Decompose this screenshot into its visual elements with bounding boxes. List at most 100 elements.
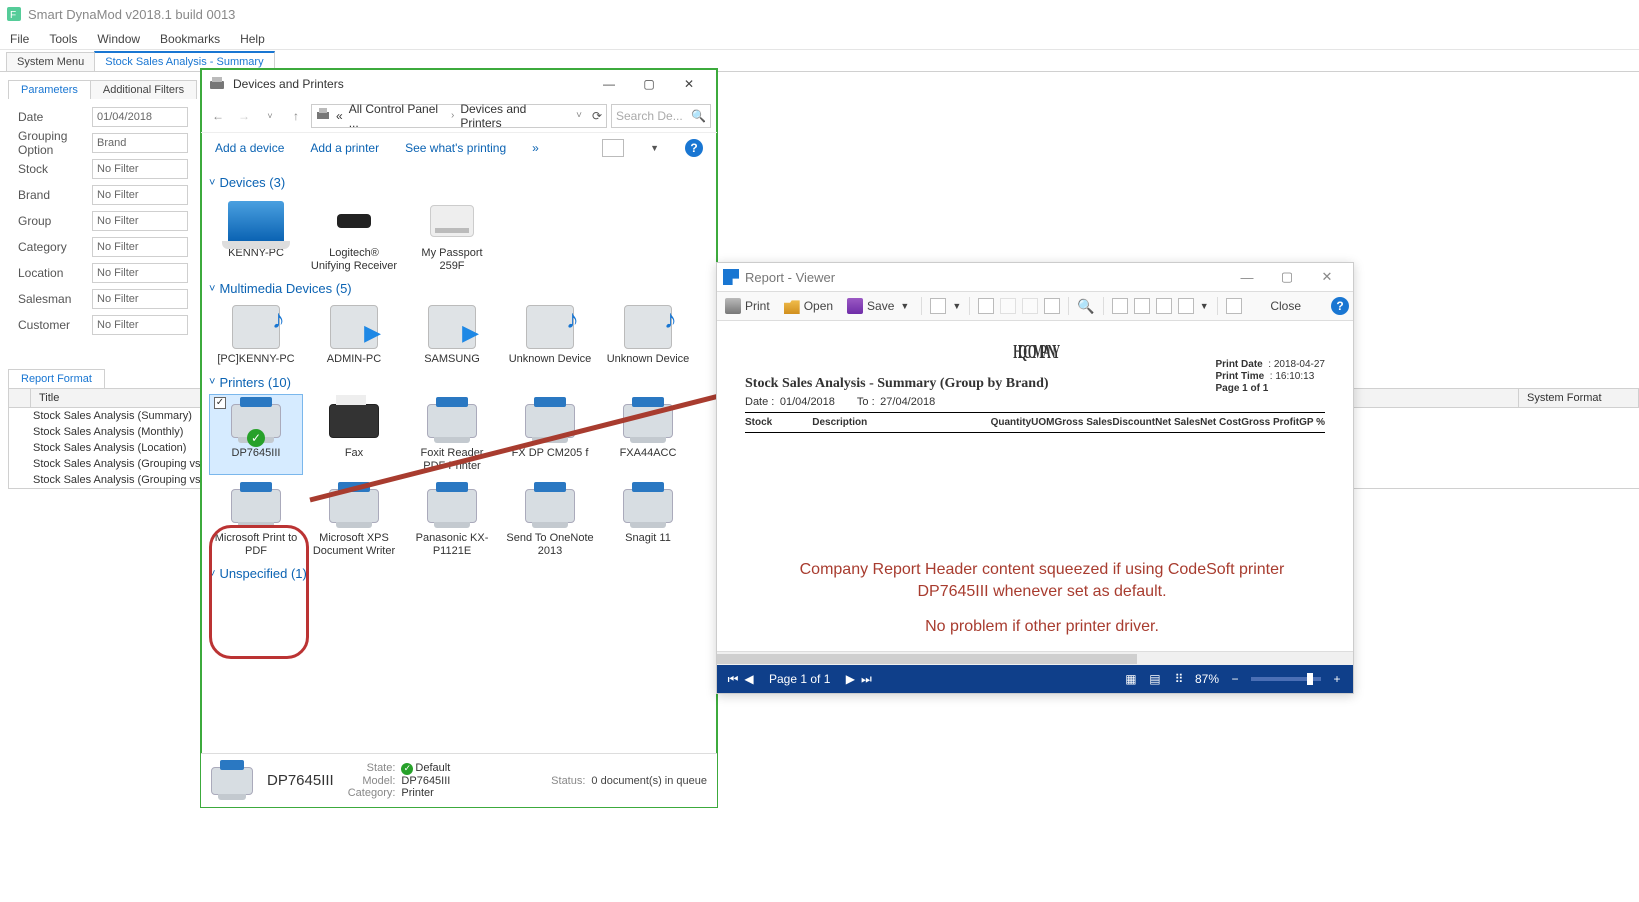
menu-file[interactable]: File bbox=[10, 32, 29, 46]
input-customer[interactable] bbox=[92, 315, 188, 335]
printer-item[interactable]: Snagit 11 bbox=[601, 479, 695, 560]
printer-item[interactable]: Send To OneNote 2013 bbox=[503, 479, 597, 560]
input-grouping[interactable] bbox=[92, 133, 188, 153]
horizontal-scrollbar[interactable] bbox=[717, 651, 1353, 665]
cmd-add-printer[interactable]: Add a printer bbox=[310, 141, 379, 155]
close-button[interactable]: ✕ bbox=[669, 69, 709, 99]
layout-icon[interactable] bbox=[1134, 298, 1150, 314]
input-date[interactable] bbox=[92, 107, 188, 127]
input-location[interactable] bbox=[92, 263, 188, 283]
view-mode-icon[interactable]: ▤ bbox=[1147, 672, 1163, 686]
chevron-down-icon[interactable]: ˅ bbox=[576, 110, 582, 121]
save-button[interactable]: Save▼ bbox=[843, 296, 913, 316]
tab-report-format[interactable]: Report Format bbox=[8, 369, 105, 388]
printer-item[interactable]: FXA44ACC bbox=[601, 394, 695, 475]
toolbar-icon[interactable] bbox=[930, 298, 946, 314]
media-item[interactable]: ▶SAMSUNG bbox=[405, 300, 499, 369]
printer-item-default[interactable]: ✓ ✓ DP7645III bbox=[209, 394, 303, 475]
device-item[interactable]: My Passport 259F bbox=[405, 194, 499, 275]
media-item[interactable]: ▶ADMIN-PC bbox=[307, 300, 401, 369]
cmd-add-device[interactable]: Add a device bbox=[215, 141, 284, 155]
layout-icon[interactable] bbox=[1112, 298, 1128, 314]
printer-item[interactable]: Foxit Reader PDF Printer bbox=[405, 394, 499, 475]
menu-help[interactable]: Help bbox=[240, 32, 265, 46]
zoom-out-button[interactable]: − bbox=[1227, 672, 1243, 686]
last-page-button[interactable]: ⏭ bbox=[858, 672, 874, 687]
dp-titlebar[interactable]: Devices and Printers — ▢ ✕ bbox=[201, 69, 717, 99]
printer-item[interactable]: Microsoft Print to PDF bbox=[209, 479, 303, 560]
input-salesman[interactable] bbox=[92, 289, 188, 309]
input-category[interactable] bbox=[92, 237, 188, 257]
maximize-button[interactable]: ▢ bbox=[1267, 263, 1307, 291]
layout-icon[interactable] bbox=[1156, 298, 1172, 314]
input-brand[interactable] bbox=[92, 185, 188, 205]
zoom-slider[interactable] bbox=[1251, 677, 1321, 681]
toolbar-icon[interactable] bbox=[978, 298, 994, 314]
save-icon bbox=[847, 298, 863, 314]
section-devices[interactable]: Devices (3) bbox=[209, 175, 709, 190]
label-stock: Stock bbox=[18, 162, 92, 176]
rv-titlebar[interactable]: Report - Viewer — ▢ ✕ bbox=[717, 263, 1353, 291]
printer-item[interactable]: Panasonic KX-P1121E bbox=[405, 479, 499, 560]
printer-item[interactable]: FX DP CM205 f bbox=[503, 394, 597, 475]
view-mode-icon[interactable]: ▦ bbox=[1123, 672, 1139, 686]
tab-additional-filters[interactable]: Additional Filters bbox=[90, 80, 197, 99]
printer-item[interactable]: Microsoft XPS Document Writer bbox=[307, 479, 401, 560]
media-item[interactable]: ♪[PC]KENNY-PC bbox=[209, 300, 303, 369]
device-item[interactable]: KENNY-PC bbox=[209, 194, 303, 275]
help-icon[interactable]: ? bbox=[685, 139, 703, 157]
cmd-see-printing[interactable]: See what's printing bbox=[405, 141, 506, 155]
back-button[interactable]: ← bbox=[207, 105, 229, 127]
device-item[interactable]: Logitech® Unifying Receiver bbox=[307, 194, 401, 275]
forward-button[interactable]: → bbox=[233, 105, 255, 127]
help-icon[interactable]: ? bbox=[1331, 297, 1349, 315]
minimize-button[interactable]: — bbox=[589, 69, 629, 99]
col-system-format[interactable]: System Format bbox=[1519, 389, 1639, 407]
input-group[interactable] bbox=[92, 211, 188, 231]
first-page-button[interactable]: ⏮ bbox=[725, 672, 741, 687]
input-stock[interactable] bbox=[92, 159, 188, 179]
section-multimedia[interactable]: Multimedia Devices (5) bbox=[209, 281, 709, 296]
toolbar-icon[interactable] bbox=[1044, 298, 1060, 314]
minimize-button[interactable]: — bbox=[1227, 263, 1267, 291]
menu-bookmarks[interactable]: Bookmarks bbox=[160, 32, 220, 46]
breadcrumb[interactable]: « All Control Panel ... › Devices and Pr… bbox=[311, 104, 607, 128]
layout-icon[interactable] bbox=[1226, 298, 1242, 314]
zoom-thumb[interactable] bbox=[1307, 673, 1313, 685]
close-link[interactable]: Close bbox=[1270, 299, 1301, 313]
toolbar-icon[interactable] bbox=[1022, 298, 1038, 314]
crumb-2[interactable]: Devices and Printers bbox=[460, 102, 564, 130]
printer-icon bbox=[420, 482, 484, 530]
next-page-button[interactable]: ▶ bbox=[842, 672, 858, 686]
view-toggle[interactable] bbox=[602, 139, 624, 157]
open-button[interactable]: Open bbox=[780, 296, 837, 316]
up-button[interactable]: ↑ bbox=[285, 105, 307, 127]
details-name: DP7645III bbox=[267, 772, 334, 789]
maximize-button[interactable]: ▢ bbox=[629, 69, 669, 99]
media-item[interactable]: ♪Unknown Device bbox=[601, 300, 695, 369]
recent-button[interactable]: ˅ bbox=[259, 105, 281, 127]
view-mode-icon[interactable]: ⠿ bbox=[1171, 672, 1187, 686]
rv-page-area[interactable]: HQ COMPANY Print Date : 2018-04-27 Print… bbox=[721, 323, 1349, 661]
prev-page-button[interactable]: ◀ bbox=[741, 672, 757, 686]
print-button[interactable]: Print bbox=[721, 296, 774, 316]
layout-icon[interactable] bbox=[1178, 298, 1194, 314]
media-item[interactable]: ♪Unknown Device bbox=[503, 300, 597, 369]
scrollbar-thumb[interactable] bbox=[717, 654, 1137, 664]
binoculars-icon[interactable]: 🔍 bbox=[1077, 298, 1094, 315]
zoom-in-button[interactable]: + bbox=[1329, 672, 1345, 686]
close-button[interactable]: ✕ bbox=[1307, 263, 1347, 291]
search-input[interactable]: Search De... 🔍 bbox=[611, 104, 711, 128]
printer-item[interactable]: Fax bbox=[307, 394, 401, 475]
cmd-more[interactable]: » bbox=[532, 141, 539, 155]
tab-system-menu[interactable]: System Menu bbox=[6, 52, 95, 71]
menu-tools[interactable]: Tools bbox=[49, 32, 77, 46]
toolbar-icon[interactable] bbox=[1000, 298, 1016, 314]
refresh-icon[interactable]: ⟳ bbox=[592, 109, 602, 123]
rv-statusbar: ⏮ ◀ Page 1 of 1 ▶ ⏭ ▦ ▤ ⠿ 87% − + bbox=[717, 665, 1353, 693]
tab-parameters[interactable]: Parameters bbox=[8, 80, 91, 99]
menu-window[interactable]: Window bbox=[97, 32, 140, 46]
crumb-1[interactable]: All Control Panel ... bbox=[349, 102, 445, 130]
section-printers[interactable]: Printers (10) bbox=[209, 375, 709, 390]
section-unspecified[interactable]: Unspecified (1) bbox=[209, 566, 709, 581]
